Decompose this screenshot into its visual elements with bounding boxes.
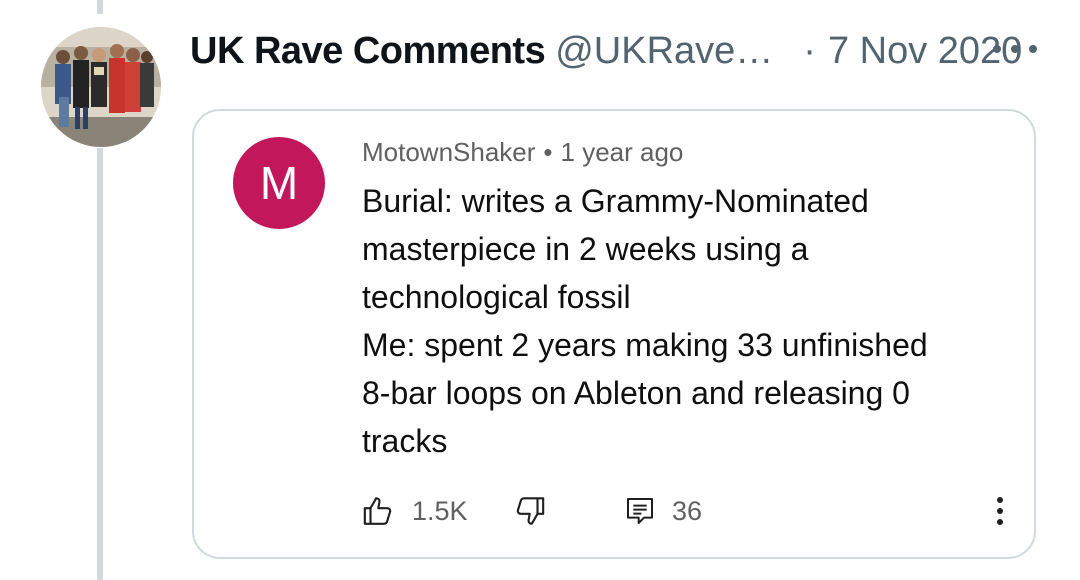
dislike-button[interactable]: [512, 491, 546, 531]
comment-line: technological fossil: [362, 279, 631, 315]
comment-line: masterpiece in 2 weeks using a: [362, 231, 809, 267]
comment-line: Burial: writes a Grammy-Nominated: [362, 183, 869, 219]
thread-line-top: [97, 0, 103, 14]
more-horizontal-icon: [993, 45, 1001, 53]
comment-more-button[interactable]: [990, 491, 1010, 531]
comment-actions: 1.5K 36: [362, 491, 1022, 531]
more-horizontal-icon-dot: [1029, 45, 1037, 53]
thread-line: [97, 148, 103, 580]
commenter-avatar: M: [233, 137, 325, 229]
thumbs-down-icon: [516, 497, 545, 525]
like-button[interactable]: 1.5K: [362, 491, 468, 531]
separator-dot: ·: [803, 29, 816, 72]
more-options-button[interactable]: [993, 34, 1037, 64]
meta-dot: •: [543, 137, 553, 167]
like-count: 1.5K: [412, 495, 468, 526]
more-vertical-icon-dot: [997, 519, 1003, 525]
comment-icon: [627, 498, 653, 524]
comment-time: 1 year ago: [560, 137, 684, 167]
group-photo-avatar-image: [41, 27, 161, 147]
embedded-comment-image[interactable]: M MotownShaker • 1 year ago Burial: writes…: [192, 109, 1036, 559]
comment-line: Me: spent 2 years making 33 unfinished: [362, 327, 928, 363]
display-name[interactable]: UK Rave Comments: [190, 30, 546, 73]
user-handle[interactable]: @UKRave…: [555, 30, 773, 73]
comment-line: 8-bar loops on Ableton and releasing 0: [362, 375, 910, 411]
reply-button[interactable]: 36: [624, 491, 702, 531]
user-avatar[interactable]: [41, 27, 161, 147]
commenter-username: MotownShaker: [362, 137, 536, 167]
reply-count: 36: [672, 495, 703, 526]
more-horizontal-icon-dot: [1011, 45, 1019, 53]
more-vertical-icon-dot: [997, 508, 1003, 514]
more-vertical-icon: [997, 497, 1003, 503]
comment-line: tracks: [362, 423, 448, 459]
thumbs-up-icon: [363, 497, 392, 525]
comment-meta: MotownShaker • 1 year ago: [362, 137, 683, 168]
comment-text: Burial: writes a Grammy-Nominated master…: [362, 177, 982, 465]
tweet-header: UK Rave Comments @UKRave… · 7 Nov 2020: [190, 26, 1022, 76]
